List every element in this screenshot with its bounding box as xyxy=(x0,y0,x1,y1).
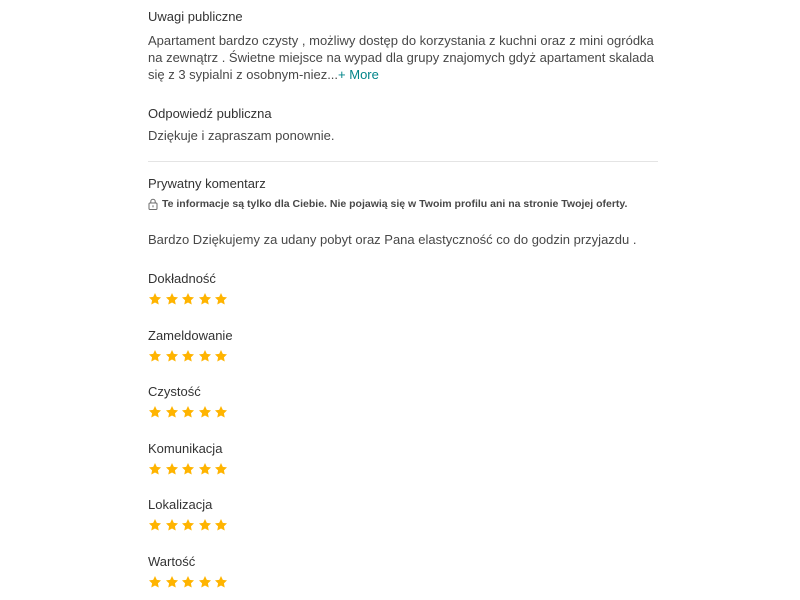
private-comment-title: Prywatny komentarz xyxy=(148,176,266,191)
public-review-title: Uwagi publiczne xyxy=(148,9,243,24)
star-icon xyxy=(165,349,179,363)
lock-icon xyxy=(148,198,158,210)
private-comment-text: Bardzo Dziękujemy za udany pobyt oraz Pa… xyxy=(148,232,637,247)
star-icon xyxy=(148,518,162,532)
star-icon xyxy=(198,518,212,532)
star-icon xyxy=(214,405,228,419)
public-review-text: Apartament bardzo czysty , możliwy dostę… xyxy=(148,32,658,83)
public-response-title: Odpowiedź publiczna xyxy=(148,106,272,121)
star-icon xyxy=(181,518,195,532)
star-icon xyxy=(165,292,179,306)
star-icon xyxy=(198,292,212,306)
star-icon xyxy=(148,292,162,306)
rating-item: Zameldowanie xyxy=(148,327,233,363)
star-icon xyxy=(214,349,228,363)
star-icon xyxy=(165,518,179,532)
star-icon xyxy=(148,575,162,589)
star-icon xyxy=(214,292,228,306)
rating-item: Czystość xyxy=(148,383,228,419)
rating-stars xyxy=(148,462,228,476)
star-icon xyxy=(165,462,179,476)
star-icon xyxy=(165,405,179,419)
private-note: Te informacje są tylko dla Ciebie. Nie p… xyxy=(148,197,658,211)
rating-stars xyxy=(148,405,228,419)
star-icon xyxy=(165,575,179,589)
star-icon xyxy=(214,462,228,476)
star-icon xyxy=(198,349,212,363)
rating-item: Komunikacja xyxy=(148,440,228,476)
star-icon xyxy=(198,405,212,419)
more-link[interactable]: + More xyxy=(338,67,379,82)
public-review-section: Uwagi publiczne Apartament bardzo czysty… xyxy=(148,8,658,83)
star-icon xyxy=(214,518,228,532)
rating-label: Zameldowanie xyxy=(148,327,233,343)
star-icon xyxy=(181,462,195,476)
rating-stars xyxy=(148,349,233,363)
private-comment-section: Prywatny komentarz Te informacje są tylk… xyxy=(148,175,658,248)
public-response-text: Dziękuje i zapraszam ponownie. xyxy=(148,128,335,143)
star-icon xyxy=(181,575,195,589)
rating-label: Komunikacja xyxy=(148,440,223,456)
star-icon xyxy=(181,405,195,419)
star-icon xyxy=(148,405,162,419)
rating-stars xyxy=(148,292,228,306)
star-icon xyxy=(181,292,195,306)
private-note-text: Te informacje są tylko dla Ciebie. Nie p… xyxy=(162,198,628,210)
rating-stars xyxy=(148,518,228,532)
section-divider xyxy=(148,161,658,162)
rating-item: Lokalizacja xyxy=(148,496,228,532)
public-review-body: Apartament bardzo czysty , możliwy dostę… xyxy=(148,33,654,82)
rating-label: Dokładność xyxy=(148,271,216,286)
rating-label: Wartość xyxy=(148,554,196,569)
review-page: Uwagi publiczne Apartament bardzo czysty… xyxy=(0,0,800,600)
star-icon xyxy=(181,349,195,363)
star-icon xyxy=(148,462,162,476)
rating-label: Czystość xyxy=(148,384,201,400)
star-icon xyxy=(198,462,212,476)
star-icon xyxy=(214,575,228,589)
rating-item: Wartość xyxy=(148,553,228,589)
public-response-section: Odpowiedź publiczna Dziękuje i zapraszam… xyxy=(148,105,658,144)
star-icon xyxy=(148,349,162,363)
rating-label: Lokalizacja xyxy=(148,497,213,513)
rating-item: Dokładność xyxy=(148,270,228,306)
star-icon xyxy=(198,575,212,589)
rating-stars xyxy=(148,575,228,589)
